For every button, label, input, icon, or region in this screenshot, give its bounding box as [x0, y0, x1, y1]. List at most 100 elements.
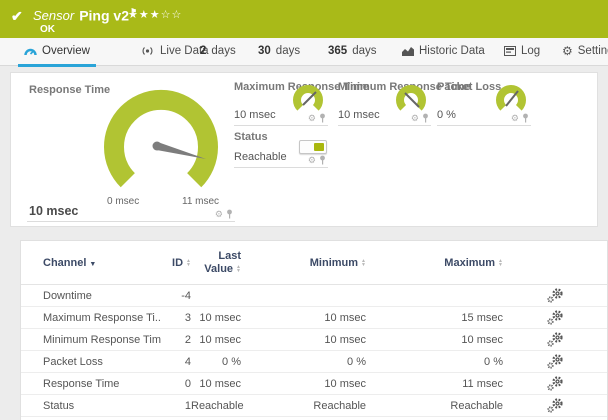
tab-2-days-label: days — [211, 45, 236, 57]
table-row-response-time[interactable]: Response Time 0 10 msec 10 msec 11 msec — [21, 373, 607, 395]
pin-icon[interactable] — [522, 113, 529, 123]
col-header-channel[interactable]: Channel ▼ — [43, 257, 161, 269]
channel-maximum: 0 % — [484, 355, 503, 368]
ok-check-icon: ✔ — [11, 8, 23, 24]
tab-30-days-label: days — [275, 45, 301, 57]
sensor-status-header: ✔ Sensor Ping v2⚑ ★★★☆☆ OK — [0, 0, 608, 38]
pin-icon[interactable] — [422, 113, 429, 123]
channel-id: 1 — [184, 399, 191, 412]
channel-id: 4 — [184, 355, 191, 368]
tab-log-label: Log — [521, 45, 541, 57]
tab-30-days[interactable]: 30 days — [252, 38, 306, 64]
tab-bar: Overview Live Data 2 days 30 days 365 da… — [0, 38, 608, 67]
response-time-gauge — [104, 90, 218, 188]
tab-historic-data[interactable]: Historic Data — [396, 38, 491, 64]
panel-gear-icon[interactable]: ⚙ — [511, 113, 519, 123]
gear-icon: ⚙ — [562, 44, 573, 58]
live-signal-icon — [142, 47, 153, 55]
channel-name: Maximum Response Ti... — [43, 311, 161, 324]
min-response-time-value: 10 msec — [338, 109, 380, 121]
response-time-title: Response Time — [29, 84, 111, 96]
channel-last-value: 10 msec — [199, 333, 241, 346]
stars-empty[interactable]: ☆☆ — [161, 9, 183, 21]
status-panel[interactable]: Status Reachable ⚙ — [234, 129, 328, 168]
gauge-icon — [24, 48, 37, 55]
channel-name: Downtime — [43, 289, 92, 302]
tab-historic-data-label: Historic Data — [419, 45, 485, 57]
channel-last-value: Reachable — [191, 399, 244, 412]
channel-maximum: Reachable — [450, 399, 503, 412]
channel-name: Status — [43, 399, 75, 412]
status-toggle-knob — [314, 143, 324, 151]
channel-settings-gears-icon[interactable] — [547, 332, 563, 347]
channel-id: 0 — [184, 377, 191, 390]
status-toggle-indicator — [299, 140, 327, 154]
table-row-status[interactable]: Status 1 Reachable Reachable Reachable — [21, 395, 607, 417]
tab-settings-label: Settings — [577, 45, 608, 57]
tab-settings[interactable]: ⚙ Settings — [556, 38, 608, 64]
channel-maximum: 15 msec — [461, 311, 503, 324]
sort-desc-icon: ▼ — [89, 260, 97, 268]
channel-minimum: 10 msec — [324, 333, 366, 346]
max-response-time-value: 10 msec — [234, 109, 276, 121]
status-title: Status — [234, 131, 268, 143]
col-header-minimum[interactable]: Minimum ▲ ▼ — [241, 257, 366, 269]
tab-log[interactable]: Log — [498, 38, 546, 64]
channel-id: 2 — [184, 333, 191, 346]
channel-minimum: Reachable — [313, 399, 366, 412]
table-row-maximum-response-time[interactable]: Maximum Response Ti... 3 10 msec 10 msec… — [21, 307, 607, 329]
table-row-packet-loss[interactable]: Packet Loss 4 0 % 0 % 0 % — [21, 351, 607, 373]
panel-gear-icon[interactable]: ⚙ — [308, 113, 316, 123]
tab-365-days-number: 365 — [328, 45, 348, 57]
channel-last-value: 10 msec — [199, 311, 241, 324]
channel-id: 3 — [184, 311, 191, 324]
response-time-gauge-panel[interactable]: Response Time 0 msec 11 msec 10 msec ⚙ — [27, 79, 235, 222]
log-icon — [504, 46, 516, 56]
tab-2-days[interactable]: 2 days — [194, 38, 242, 64]
packet-loss-panel[interactable]: Packet Loss 0 % ⚙ — [437, 79, 531, 126]
channel-table-header: Channel ▼ ID ▲ ▼ Last Value ▲ ▼ Minimum ▲ ▼ Max… — [21, 241, 607, 285]
panel-gear-icon[interactable]: ⚙ — [308, 155, 316, 165]
channel-settings-gears-icon[interactable] — [547, 398, 563, 413]
packet-loss-value: 0 % — [437, 109, 456, 121]
max-response-time-panel[interactable]: Maximum Response Time 10 msec ⚙ — [234, 79, 369, 126]
gauge-scale-max: 11 msec — [182, 196, 220, 207]
tab-overview-label: Overview — [42, 45, 90, 57]
stars-filled[interactable]: ★★★ — [128, 9, 161, 21]
priority-stars[interactable]: ★★★☆☆ — [128, 8, 182, 21]
sensor-title-line: Sensor Ping v2⚑ — [33, 7, 137, 25]
packet-loss-title: Packet Loss — [437, 81, 502, 93]
response-time-value: 10 msec — [29, 204, 79, 218]
panel-gear-icon[interactable]: ⚙ — [215, 209, 223, 219]
channel-name: Response Time — [43, 377, 120, 390]
pin-icon[interactable] — [319, 155, 326, 165]
status-value: Reachable — [234, 151, 287, 163]
table-row-downtime[interactable]: Downtime -4 — [21, 285, 607, 307]
channel-minimum: 10 msec — [324, 311, 366, 324]
tab-overview[interactable]: Overview — [18, 38, 96, 67]
channel-settings-gears-icon[interactable] — [547, 288, 563, 303]
sensor-kind-label: Sensor — [33, 8, 75, 24]
col-header-id[interactable]: ID ▲ ▼ — [161, 257, 191, 269]
channel-maximum: 11 msec — [462, 377, 503, 390]
channel-name: Minimum Response Time — [43, 333, 161, 346]
table-row-minimum-response-time[interactable]: Minimum Response Time 2 10 msec 10 msec … — [21, 329, 607, 351]
panel-gear-icon[interactable]: ⚙ — [411, 113, 419, 123]
col-header-maximum[interactable]: Maximum ▲ ▼ — [366, 257, 503, 269]
channel-last-value: 0 % — [222, 355, 241, 368]
chart-icon — [402, 47, 414, 56]
col-header-last-value[interactable]: Last Value ▲ ▼ — [191, 250, 241, 276]
channel-settings-gears-icon[interactable] — [547, 310, 563, 325]
gauge-scale-min: 0 msec — [107, 196, 140, 207]
pin-icon[interactable] — [319, 113, 326, 123]
channel-settings-gears-icon[interactable] — [547, 376, 563, 391]
channel-minimum: 0 % — [347, 355, 366, 368]
channel-settings-gears-icon[interactable] — [547, 354, 563, 369]
sort-icon: ▲ ▼ — [498, 257, 503, 268]
tab-30-days-number: 30 — [258, 45, 271, 57]
min-response-time-panel[interactable]: Minimum Response Time 10 msec ⚙ — [338, 79, 470, 126]
channel-id: -4 — [181, 289, 191, 302]
tab-365-days[interactable]: 365 days — [322, 38, 382, 64]
pin-icon[interactable] — [226, 209, 233, 219]
tab-2-days-number: 2 — [200, 45, 207, 57]
